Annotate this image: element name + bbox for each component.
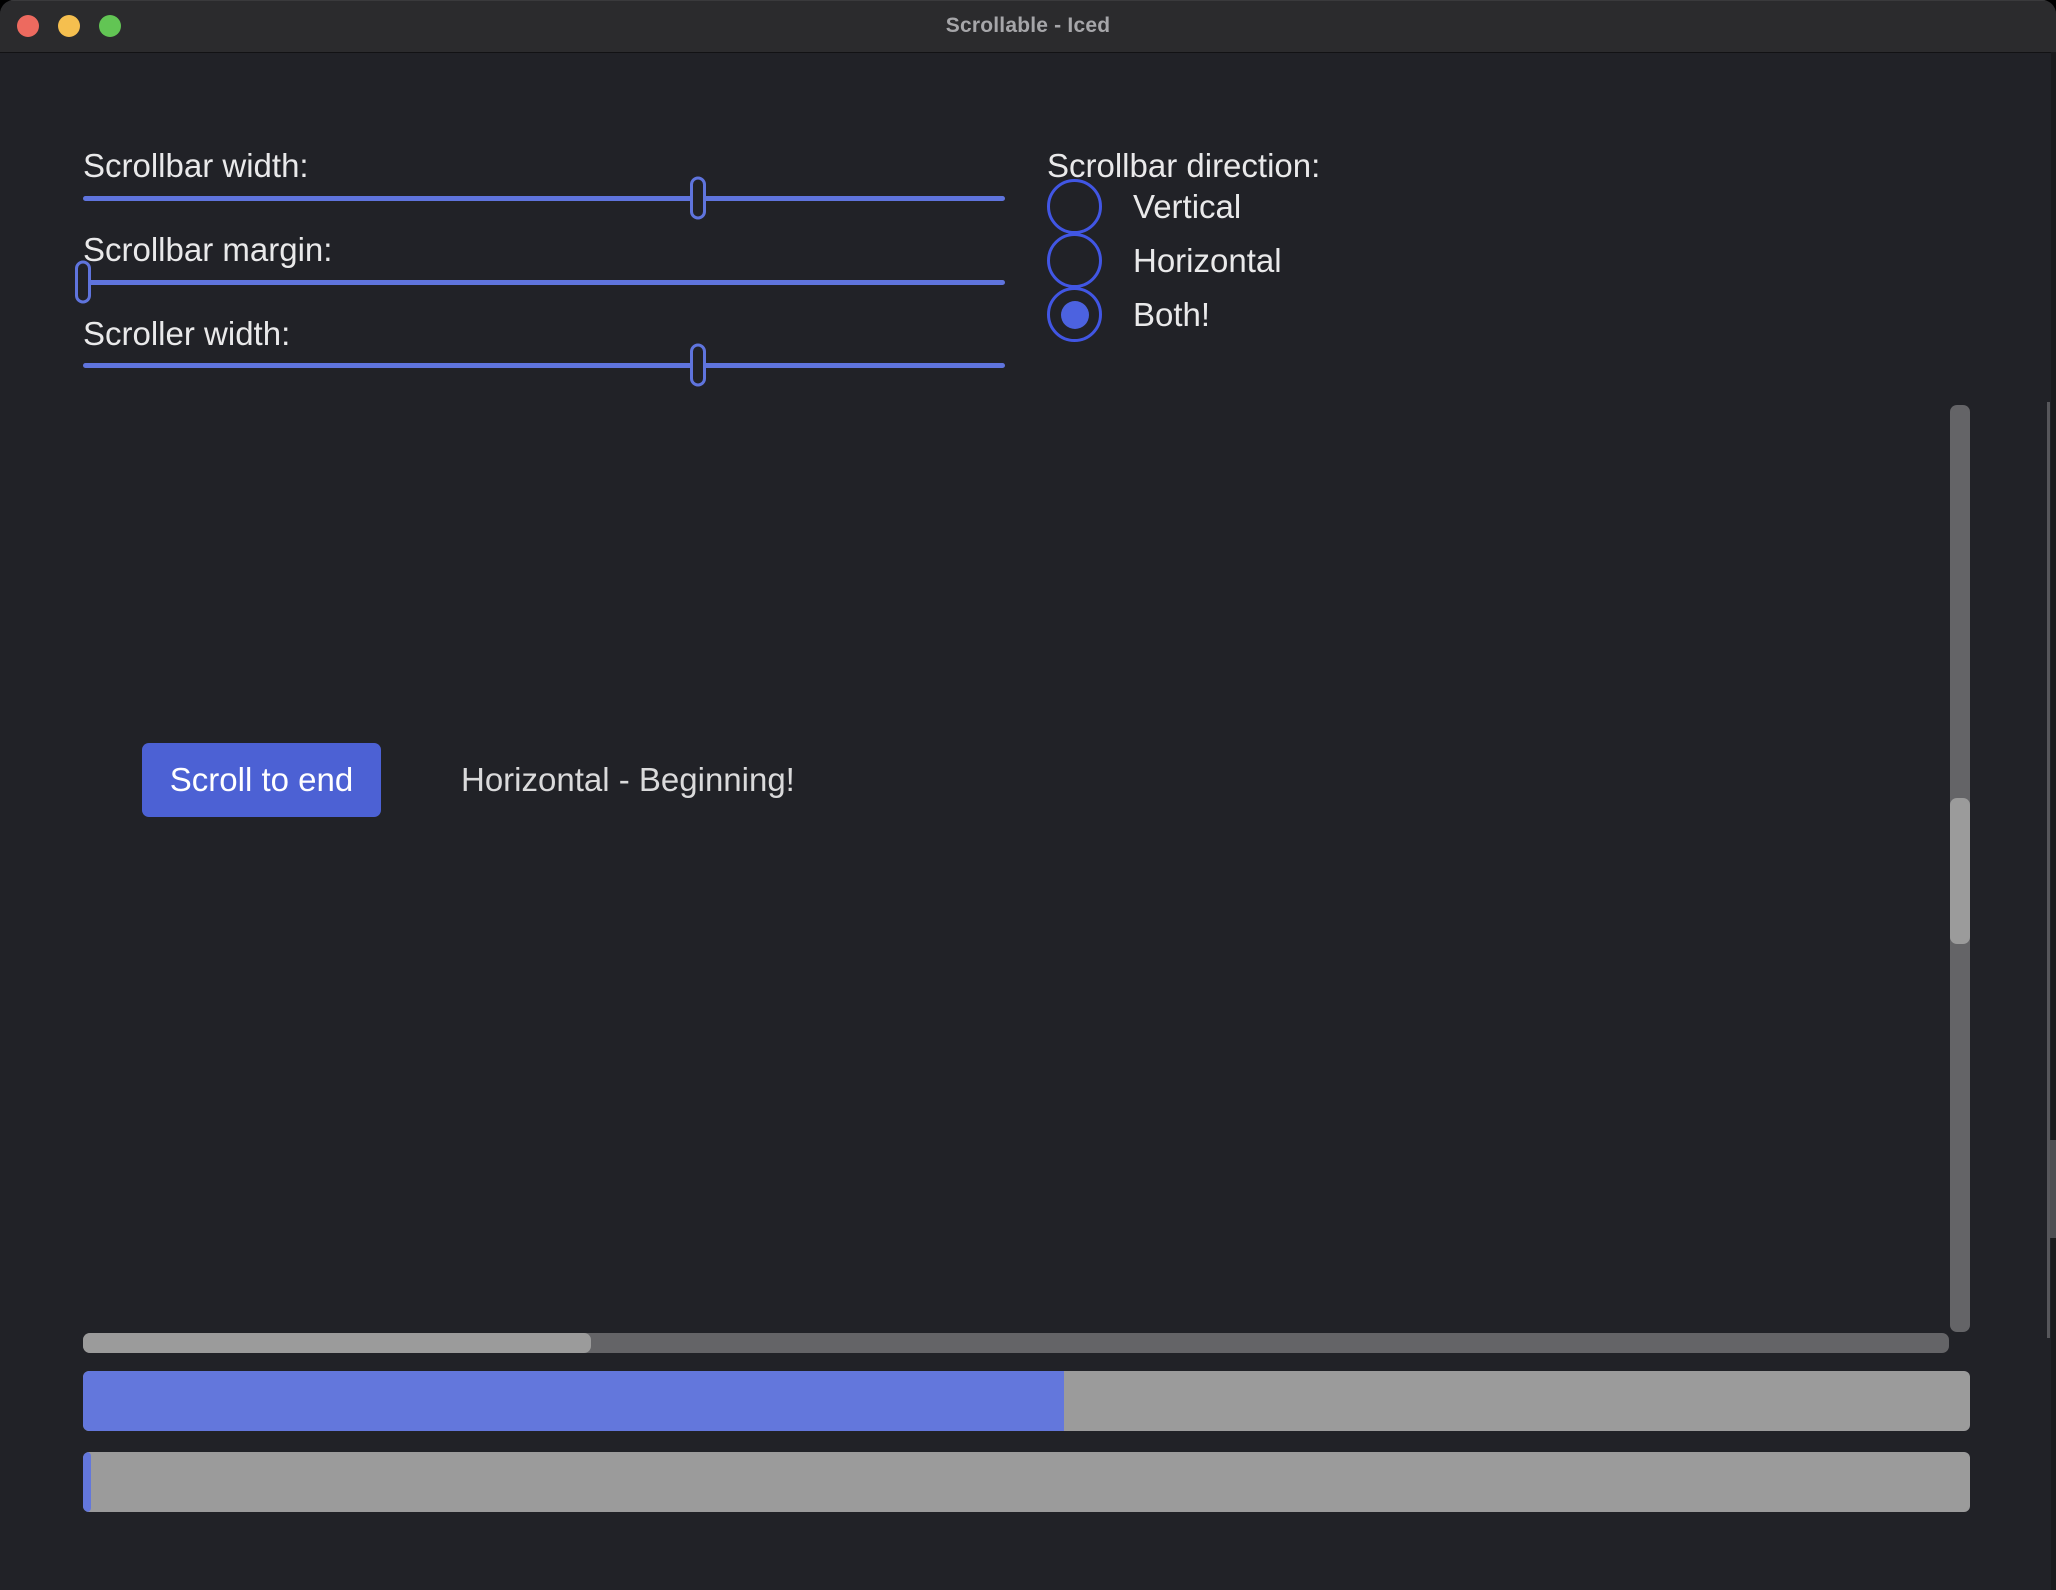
radio-option-horizontal[interactable]: Horizontal <box>1047 233 1282 288</box>
window-title: Scrollable - Iced <box>946 14 1110 38</box>
radio-option-vertical[interactable]: Vertical <box>1047 179 1241 234</box>
minimize-button[interactable] <box>58 15 80 37</box>
slider-handle[interactable] <box>690 177 706 220</box>
radio-option-both[interactable]: Both! <box>1047 287 1210 342</box>
radio-selected-dot <box>1061 301 1089 329</box>
radio-circle-icon[interactable] <box>1047 179 1102 234</box>
radio-label: Horizontal <box>1133 242 1282 280</box>
radio-label: Vertical <box>1133 188 1241 226</box>
scroll-status-text: Horizontal - Beginning! <box>461 743 795 817</box>
close-button[interactable] <box>17 15 39 37</box>
radio-circle-icon[interactable] <box>1047 233 1102 288</box>
radio-label: Both! <box>1133 296 1210 334</box>
slider-rail[interactable] <box>83 363 1005 368</box>
titlebar: Scrollable - Iced <box>0 0 2056 53</box>
horizontal-progress-bar <box>83 1452 1970 1512</box>
scrollbar-width-slider[interactable] <box>83 176 1005 220</box>
scroll-to-end-button[interactable]: Scroll to end <box>142 743 381 817</box>
progress-fill <box>83 1371 1064 1431</box>
window-edge-scrollbar-thumb[interactable] <box>2050 1140 2056 1238</box>
vertical-scrollbar-track[interactable] <box>1950 405 1970 1332</box>
scrollbar-margin-slider[interactable] <box>83 260 1005 304</box>
horizontal-scrollbar-thumb[interactable] <box>83 1333 591 1353</box>
horizontal-scrollbar-track[interactable] <box>83 1333 1949 1353</box>
slider-rail[interactable] <box>83 280 1005 285</box>
vertical-scrollbar-thumb[interactable] <box>1950 798 1970 944</box>
slider-rail[interactable] <box>83 196 1005 201</box>
zoom-button[interactable] <box>99 15 121 37</box>
slider-handle[interactable] <box>690 344 706 387</box>
app-window: Scrollable - Iced Scrollbar width: Scrol… <box>0 0 2056 1590</box>
window-controls <box>17 15 121 37</box>
window-edge-scrollbar-track <box>2051 52 2056 1590</box>
scroller-width-slider[interactable] <box>83 343 1005 387</box>
vertical-progress-bar <box>83 1371 1970 1431</box>
radio-circle-icon[interactable] <box>1047 287 1102 342</box>
slider-handle[interactable] <box>75 261 91 304</box>
progress-fill <box>83 1452 91 1512</box>
